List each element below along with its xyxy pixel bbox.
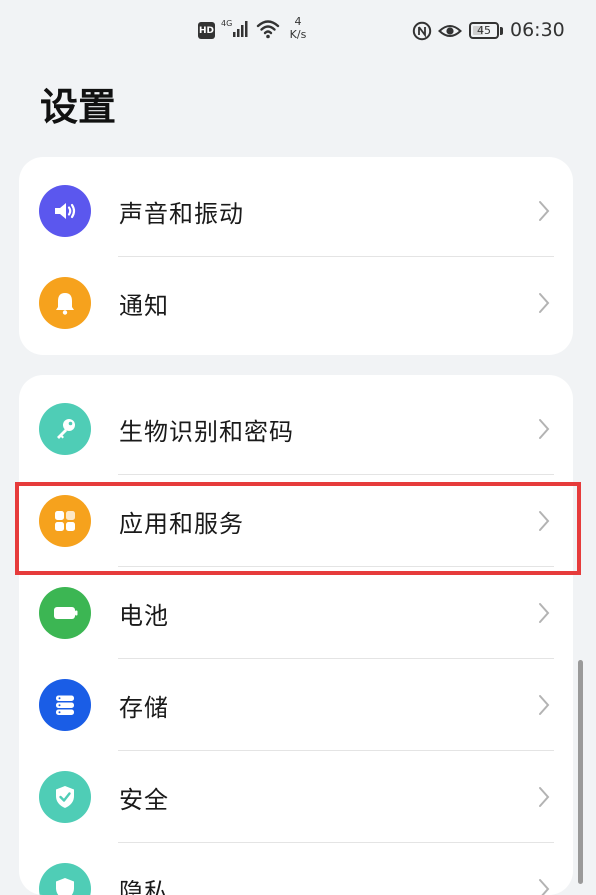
settings-item-label: 通知 (119, 292, 169, 320)
privacy-icon (39, 863, 91, 895)
page-title: 设置 (40, 85, 117, 129)
network-speed: 4 K/s (286, 15, 310, 41)
settings-item-storage[interactable]: 存储 (19, 659, 573, 751)
settings-item-apps-services[interactable]: 应用和服务 (19, 475, 573, 567)
battery-status-icon: 45 (469, 21, 505, 41)
storage-icon (39, 679, 91, 731)
cellular-signal-icon: 4G (221, 18, 251, 40)
scrollbar[interactable] (578, 660, 583, 884)
settings-item-label: 生物识别和密码 (119, 418, 294, 446)
settings-item-label: 电池 (119, 602, 169, 630)
chevron-right-icon (539, 201, 550, 221)
chevron-right-icon (539, 787, 550, 807)
settings-item-security[interactable]: 安全 (19, 751, 573, 843)
clock: 06:30 (510, 19, 565, 41)
chevron-right-icon (539, 293, 550, 313)
battery-level: 45 (477, 24, 491, 37)
settings-group-2: 生物识别和密码 应用和服务 电池 存储 安全 隐私 (19, 375, 573, 895)
speed-value: 4 (294, 15, 302, 28)
shield-icon (39, 771, 91, 823)
settings-item-label: 安全 (119, 786, 169, 814)
chevron-right-icon (539, 879, 550, 895)
settings-item-sound-vibration[interactable]: 声音和振动 (19, 165, 573, 257)
battery-icon (39, 587, 91, 639)
settings-item-notifications[interactable]: 通知 (19, 257, 573, 349)
key-icon (39, 403, 91, 455)
settings-item-biometrics-password[interactable]: 生物识别和密码 (19, 383, 573, 475)
chevron-right-icon (539, 695, 550, 715)
chevron-right-icon (539, 419, 550, 439)
nfc-icon (412, 21, 432, 41)
settings-item-battery[interactable]: 电池 (19, 567, 573, 659)
speed-unit: K/s (289, 28, 307, 41)
settings-item-label: 声音和振动 (119, 200, 244, 228)
wifi-icon (256, 18, 280, 40)
chevron-right-icon (539, 603, 550, 623)
chevron-right-icon (539, 511, 550, 531)
eye-comfort-icon (438, 22, 462, 40)
settings-group-1: 声音和振动 通知 (19, 157, 573, 355)
status-bar: HD 4G 4 K/s 45 06:30 (0, 0, 596, 62)
settings-item-label: 存储 (119, 694, 169, 722)
speaker-icon (39, 185, 91, 237)
settings-item-label: 应用和服务 (119, 510, 244, 538)
network-type: 4G (221, 19, 232, 28)
apps-grid-icon (39, 495, 91, 547)
hd-badge: HD (198, 22, 215, 39)
settings-item-privacy[interactable]: 隐私 (19, 843, 573, 895)
bell-icon (39, 277, 91, 329)
